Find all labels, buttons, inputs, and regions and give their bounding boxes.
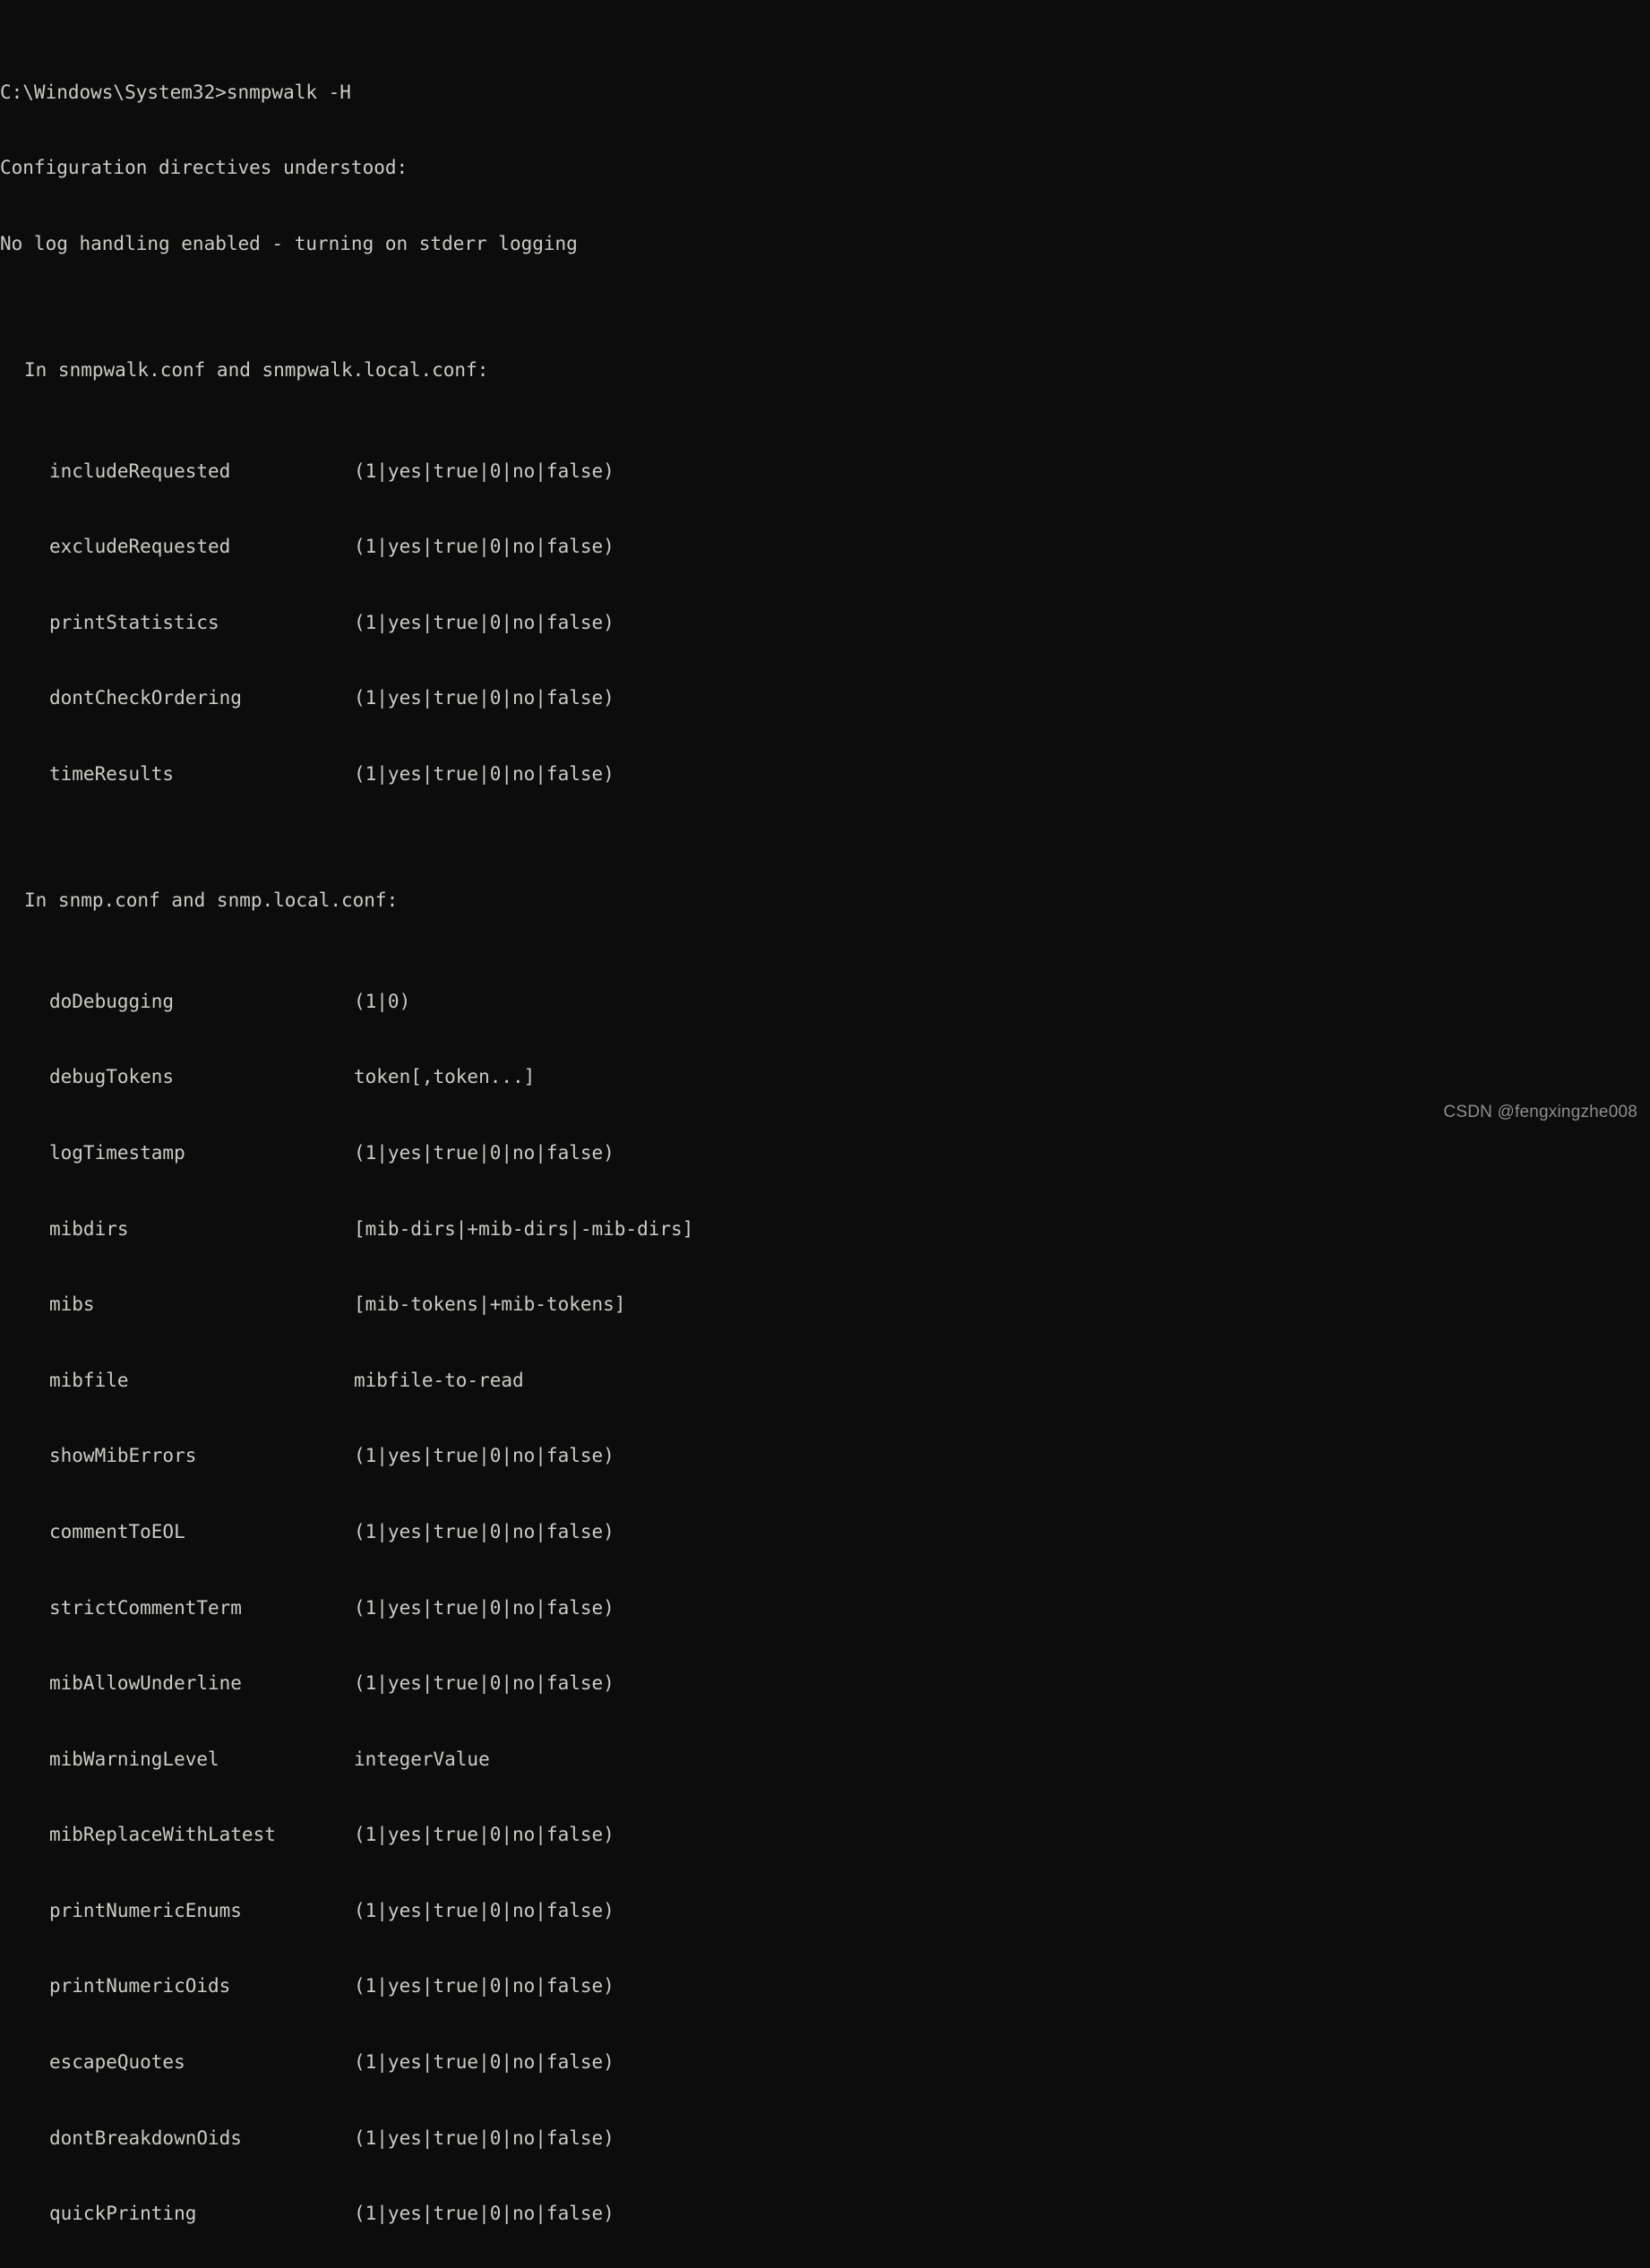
directive-value: (1|0) — [354, 990, 411, 1012]
directive-value: (1|yes|true|0|no|false) — [354, 1596, 614, 1619]
section-heading-snmp-conf: In snmp.conf and snmp.local.conf: — [24, 889, 399, 911]
prompt-line: C:\Windows\System32>snmpwalk -H — [0, 81, 351, 103]
directive-value: (1|yes|true|0|no|false) — [354, 2203, 614, 2225]
directive-value: token[,token...] — [354, 1066, 536, 1088]
output-line-configuration-directives: Configuration directives understood: — [0, 157, 408, 179]
directive-name: printStatistics — [49, 611, 219, 633]
directive-row: mibs [mib-tokens|+mib-tokens] — [0, 1292, 1650, 1317]
directive-name: mibWarningLevel — [49, 1748, 219, 1770]
directive-name: escapeQuotes — [49, 2051, 185, 2074]
directive-name: printNumericEnums — [49, 1899, 242, 1921]
directive-row: quickPrinting (1|yes|true|0|no|false) — [0, 2201, 1650, 2226]
directive-name: showMibErrors — [49, 1445, 197, 1467]
directive-row: escapeQuotes (1|yes|true|0|no|false) — [0, 2049, 1650, 2075]
directive-row: strictCommentTerm (1|yes|true|0|no|false… — [0, 1595, 1650, 1620]
directive-value: (1|yes|true|0|no|false) — [354, 1445, 614, 1467]
directive-value: (1|yes|true|0|no|false) — [354, 1899, 614, 1921]
directive-row: mibfile mibfile-to-read — [0, 1368, 1650, 1393]
directive-name: mibAllowUnderline — [49, 1672, 242, 1695]
directive-value: (1|yes|true|0|no|false) — [354, 611, 614, 633]
directive-name: excludeRequested — [49, 536, 231, 558]
directive-value: (1|yes|true|0|no|false) — [354, 1975, 614, 1997]
directive-row: printStatistics (1|yes|true|0|no|false) — [0, 610, 1650, 635]
directive-name: mibs — [49, 1293, 95, 1316]
directive-row: mibWarningLevel integerValue — [0, 1747, 1650, 1772]
directive-row: dontBreakdownOids (1|yes|true|0|no|false… — [0, 2126, 1650, 2151]
directive-value: (1|yes|true|0|no|false) — [354, 1824, 614, 1846]
terminal-screen[interactable]: C:\Windows\System32>snmpwalk -H Configur… — [0, 0, 1650, 2224]
directive-name: logTimestamp — [49, 1141, 185, 1164]
directive-name: printNumericOids — [49, 1975, 231, 1997]
directive-name: debugTokens — [49, 1066, 175, 1088]
directive-value: mibfile-to-read — [354, 1369, 524, 1391]
section-heading-snmpwalk-conf: In snmpwalk.conf and snmpwalk.local.conf… — [24, 358, 489, 381]
directive-value: (1|yes|true|0|no|false) — [354, 762, 614, 785]
directive-name: commentToEOL — [49, 1520, 185, 1542]
directive-row: printNumericEnums (1|yes|true|0|no|false… — [0, 1898, 1650, 1923]
directive-row: mibdirs [mib-dirs|+mib-dirs|-mib-dirs] — [0, 1216, 1650, 1241]
directive-name: timeResults — [49, 762, 175, 785]
directive-value: (1|yes|true|0|no|false) — [354, 687, 614, 709]
directive-row: mibReplaceWithLatest (1|yes|true|0|no|fa… — [0, 1822, 1650, 1847]
directive-value: [mib-dirs|+mib-dirs|-mib-dirs] — [354, 1217, 694, 1240]
directive-value: integerValue — [354, 1748, 490, 1770]
directive-row: logTimestamp (1|yes|true|0|no|false) — [0, 1140, 1650, 1165]
directive-row: dontCheckOrdering (1|yes|true|0|no|false… — [0, 685, 1650, 710]
directive-name: mibfile — [49, 1369, 129, 1391]
directive-row: includeRequested (1|yes|true|0|no|false) — [0, 459, 1650, 484]
directive-value: [mib-tokens|+mib-tokens] — [354, 1293, 626, 1316]
directive-row: commentToEOL (1|yes|true|0|no|false) — [0, 1519, 1650, 1544]
directive-name: doDebugging — [49, 990, 175, 1012]
directive-row: doDebugging (1|0) — [0, 989, 1650, 1014]
output-line-log-handling: No log handling enabled - turning on std… — [0, 232, 578, 254]
directive-row: printNumericOids (1|yes|true|0|no|false) — [0, 1973, 1650, 1998]
directive-name: strictCommentTerm — [49, 1596, 242, 1619]
directive-value: (1|yes|true|0|no|false) — [354, 460, 614, 482]
directive-row: mibAllowUnderline (1|yes|true|0|no|false… — [0, 1671, 1650, 1696]
directive-name: includeRequested — [49, 460, 231, 482]
directive-name: mibReplaceWithLatest — [49, 1824, 276, 1846]
watermark-csdn: CSDN @fengxingzhe008 — [1443, 1102, 1637, 1121]
directive-name: mibdirs — [49, 1217, 129, 1240]
directive-row: timeResults (1|yes|true|0|no|false) — [0, 761, 1650, 786]
directive-name: dontBreakdownOids — [49, 2126, 242, 2149]
directive-row: excludeRequested (1|yes|true|0|no|false) — [0, 534, 1650, 559]
directive-value: (1|yes|true|0|no|false) — [354, 1520, 614, 1542]
directive-value: (1|yes|true|0|no|false) — [354, 2051, 614, 2074]
directive-value: (1|yes|true|0|no|false) — [354, 536, 614, 558]
directive-row: showMibErrors (1|yes|true|0|no|false) — [0, 1443, 1650, 1468]
directive-row: debugTokens token[,token...] — [0, 1064, 1650, 1089]
directive-value: (1|yes|true|0|no|false) — [354, 1141, 614, 1164]
directive-name: quickPrinting — [49, 2203, 197, 2225]
directive-value: (1|yes|true|0|no|false) — [354, 2126, 614, 2149]
directive-name: dontCheckOrdering — [49, 687, 242, 709]
directive-value: (1|yes|true|0|no|false) — [354, 1672, 614, 1695]
